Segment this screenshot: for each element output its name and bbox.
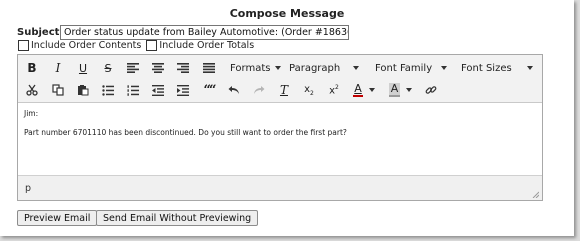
chevron-down-icon xyxy=(441,66,447,70)
copy-button[interactable] xyxy=(50,81,66,99)
blockquote-button[interactable]: ““ xyxy=(201,81,217,99)
include-order-totals-label: Include Order Totals xyxy=(159,40,255,51)
redo-button[interactable] xyxy=(251,81,267,99)
underline-icon: U xyxy=(78,61,88,75)
bold-icon: B xyxy=(27,61,37,75)
italic-button[interactable]: I xyxy=(50,59,66,77)
numbered-list-icon xyxy=(127,84,139,96)
clear-formatting-button[interactable]: T xyxy=(276,81,292,99)
include-order-contents-label: Include Order Contents xyxy=(31,40,142,51)
font-family-dropdown[interactable]: Font Family xyxy=(375,59,447,77)
strikethrough-button[interactable]: S xyxy=(100,59,116,77)
bold-button[interactable]: B xyxy=(24,59,40,77)
resize-handle-icon[interactable] xyxy=(532,191,539,198)
include-order-contents-option[interactable]: Include Order Contents xyxy=(18,40,141,51)
message-body[interactable]: Jim: Part number 6701110 has been discon… xyxy=(18,103,542,175)
align-center-button[interactable] xyxy=(150,59,166,77)
chevron-down-icon xyxy=(353,66,359,70)
paste-icon xyxy=(78,85,89,96)
indent-icon xyxy=(177,84,189,96)
superscript-button[interactable]: x2 xyxy=(326,81,342,99)
chevron-down-icon xyxy=(406,88,412,92)
rich-text-editor: B I U S Formats Paragraph Font Family Fo… xyxy=(17,54,543,201)
subject-input[interactable]: Order status update from Bailey Automoti… xyxy=(60,25,349,40)
bullet-list-icon xyxy=(102,84,114,96)
numbered-list-button[interactable] xyxy=(125,81,141,99)
copy-icon xyxy=(52,84,64,96)
bullet-list-button[interactable] xyxy=(100,81,116,99)
align-center-icon xyxy=(152,63,164,73)
include-order-totals-option[interactable]: Include Order Totals xyxy=(146,40,254,51)
clear-formatting-icon: T xyxy=(279,83,288,97)
scissors-icon xyxy=(26,84,38,96)
text-color-icon: A xyxy=(353,82,363,97)
undo-icon xyxy=(228,86,239,94)
background-color-icon: A xyxy=(389,82,400,97)
text-color-button[interactable]: A xyxy=(353,81,379,99)
cut-button[interactable] xyxy=(24,81,40,99)
include-order-contents-checkbox[interactable] xyxy=(18,40,29,51)
message-text: Part number 6701110 has been discontinue… xyxy=(24,128,347,137)
link-icon xyxy=(425,86,437,94)
order-options: Include Order Contents Include Order Tot… xyxy=(18,40,256,54)
align-justify-button[interactable] xyxy=(201,59,217,77)
align-justify-icon xyxy=(203,63,215,73)
formats-dropdown[interactable]: Formats xyxy=(230,59,282,77)
chevron-down-icon xyxy=(527,66,533,70)
chevron-down-icon xyxy=(369,88,375,92)
formats-label: Formats xyxy=(230,62,271,74)
chevron-down-icon xyxy=(275,66,282,70)
send-email-without-previewing-button[interactable]: Send Email Without Previewing xyxy=(96,210,259,226)
align-right-icon xyxy=(177,63,189,73)
editor-statusbar: p xyxy=(18,175,542,200)
redo-icon xyxy=(254,86,265,94)
indent-button[interactable] xyxy=(175,81,191,99)
subscript-button[interactable]: x2 xyxy=(301,81,317,99)
superscript-icon: x2 xyxy=(329,83,339,97)
insert-link-button[interactable] xyxy=(423,81,439,99)
italic-icon: I xyxy=(55,61,61,75)
dialog-title: Compose Message xyxy=(229,7,345,20)
strikethrough-icon: S xyxy=(104,61,112,75)
element-path[interactable]: p xyxy=(25,183,31,194)
font-family-label: Font Family xyxy=(375,62,433,74)
font-sizes-dropdown[interactable]: Font Sizes xyxy=(461,59,533,77)
compose-message-panel: Compose Message Subject: Order status up… xyxy=(0,0,574,236)
preview-email-button[interactable]: Preview Email xyxy=(17,210,98,226)
paste-button[interactable] xyxy=(75,81,91,99)
editor-toolbar: B I U S Formats Paragraph Font Family Fo… xyxy=(18,55,542,103)
align-left-icon xyxy=(127,63,139,73)
include-order-totals-checkbox[interactable] xyxy=(146,40,158,51)
subject-label: Subject: xyxy=(17,27,64,38)
outdent-button[interactable] xyxy=(150,81,166,99)
blockquote-icon: ““ xyxy=(203,82,217,98)
align-left-button[interactable] xyxy=(125,59,141,77)
paragraph-label: Paragraph xyxy=(289,62,341,74)
paragraph-dropdown[interactable]: Paragraph xyxy=(289,59,359,77)
font-sizes-label: Font Sizes xyxy=(461,62,512,74)
background-color-button[interactable]: A xyxy=(389,81,415,99)
message-greeting: Jim: xyxy=(24,109,39,118)
underline-button[interactable]: U xyxy=(75,59,91,77)
align-right-button[interactable] xyxy=(175,59,191,77)
outdent-icon xyxy=(152,84,164,96)
undo-button[interactable] xyxy=(226,81,242,99)
subscript-icon: x2 xyxy=(304,83,314,97)
